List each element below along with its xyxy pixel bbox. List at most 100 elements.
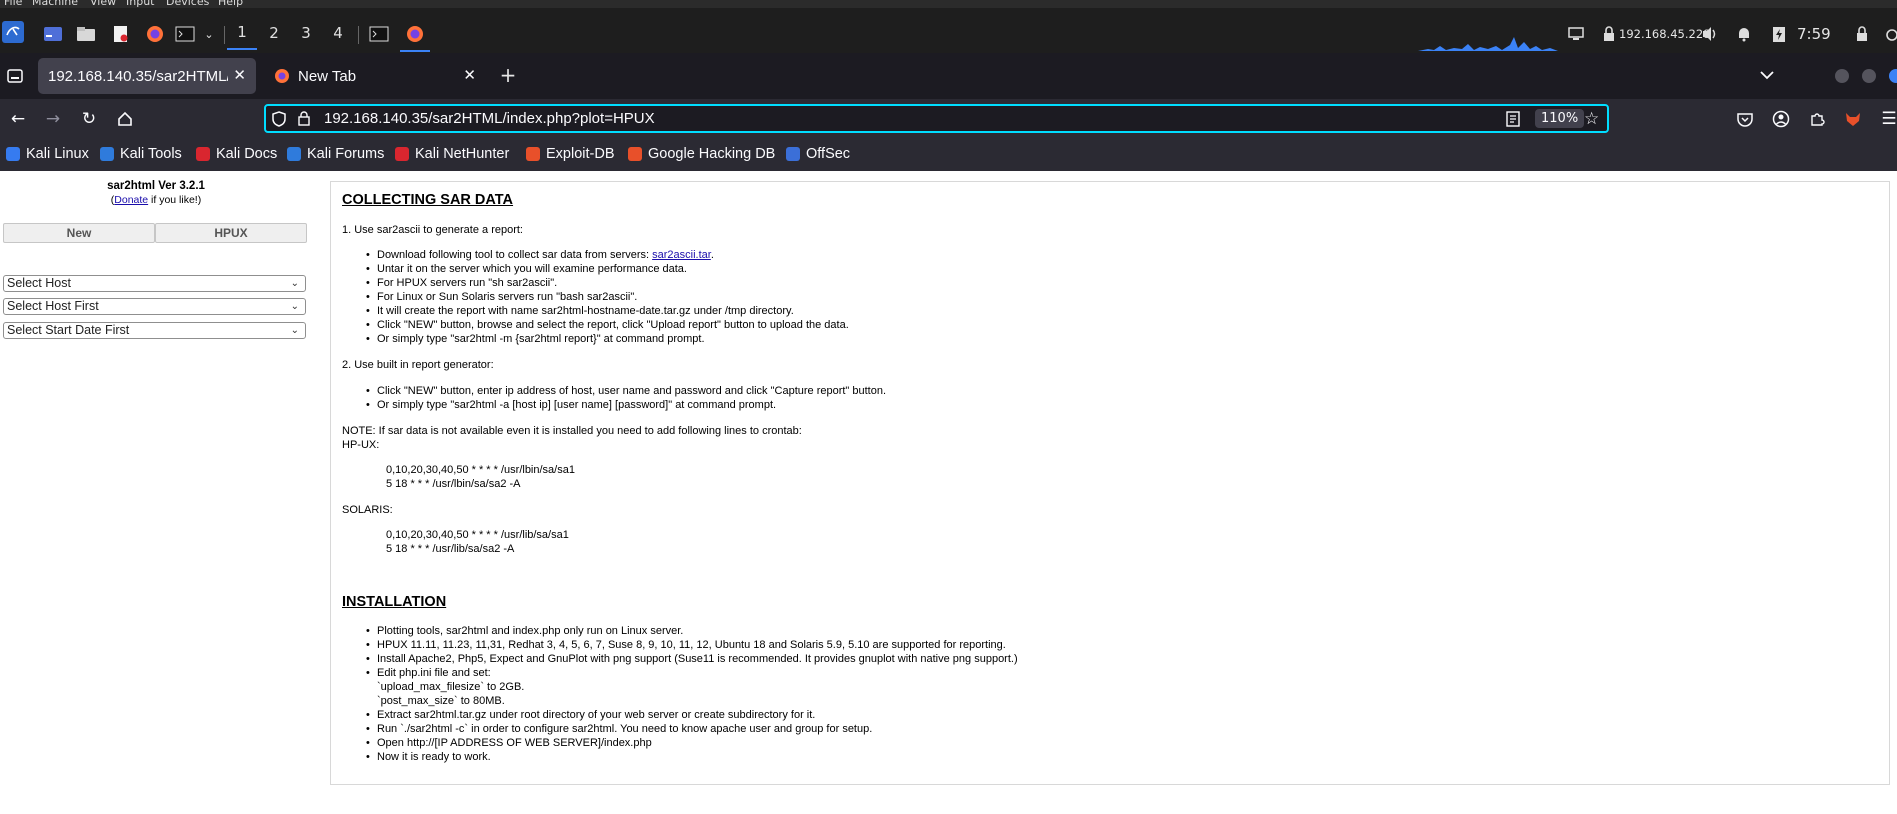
post-max-line: `post_max_size` to 80MB. (377, 695, 505, 707)
bookmark-kali-docs[interactable]: Kali Docs (196, 146, 277, 162)
display-icon[interactable] (1565, 24, 1587, 44)
account-icon[interactable] (1770, 108, 1792, 130)
list-item: Or simply type "sar2html -a [host ip] [u… (366, 399, 776, 411)
list-item: Plotting tools, sar2html and index.php o… (366, 625, 683, 637)
zoom-level-button[interactable]: 110% (1535, 109, 1585, 128)
bookmark-kali-nethunter[interactable]: Kali NetHunter (395, 146, 509, 162)
solaris-label: SOLARIS: (342, 504, 393, 516)
chevron-down-icon: ⌄ (290, 325, 299, 336)
reader-view-icon[interactable] (1506, 111, 1520, 131)
tab-close-icon[interactable]: ✕ (463, 66, 476, 84)
list-item: For Linux or Sun Solaris servers run "ba… (366, 291, 637, 303)
network-lock-icon[interactable] (1598, 24, 1620, 44)
bookmark-kali-tools[interactable]: Kali Tools (100, 146, 182, 162)
hpux-button[interactable]: HPUX (155, 223, 307, 243)
home-icon[interactable] (114, 108, 136, 130)
pocket-icon[interactable] (1734, 108, 1756, 130)
foxyproxy-extension-icon[interactable] (1842, 108, 1864, 130)
list-item: Click "NEW" button, enter ip address of … (366, 385, 886, 397)
firefox-window-icon[interactable] (400, 18, 430, 52)
shield-icon[interactable] (272, 111, 286, 131)
vm-menu-bar: File Machine View Input Devices Help (0, 0, 1897, 8)
volume-icon[interactable] (1699, 24, 1721, 44)
select-host-dropdown[interactable]: Select Host ⌄ (3, 275, 306, 292)
kali-forums-icon (287, 147, 301, 161)
taskbar-separator (358, 26, 359, 44)
text-editor-icon[interactable] (110, 24, 132, 44)
list-all-tabs-chevron-icon[interactable] (1756, 65, 1778, 85)
vm-menu-help[interactable]: Help (218, 0, 243, 8)
workspace-4[interactable]: 4 (323, 16, 353, 50)
taskbar-separator (224, 26, 225, 44)
select-host-first-dropdown[interactable]: Select Host First ⌄ (3, 298, 306, 315)
workspace-2[interactable]: 2 (259, 16, 289, 50)
window-minimize-button[interactable] (1835, 69, 1849, 83)
file-manager-icon[interactable] (75, 24, 97, 44)
workspace-3[interactable]: 3 (291, 16, 321, 50)
list-item: HPUX 11.11, 11.23, 11,31, Redhat 3, 4, 5… (366, 639, 1006, 651)
bookmark-offsec[interactable]: OffSec (786, 146, 850, 162)
vm-menu-devices[interactable]: Devices (166, 0, 209, 8)
taskbar: ⌄ 1 2 3 4 192.168.45.228 7:59 (0, 8, 1897, 53)
terminal-window-icon[interactable] (368, 24, 390, 44)
solaris-cron-line-2: 5 18 * * * /usr/lib/sa/sa2 -A (386, 543, 515, 555)
solaris-cron-line-1: 0,10,20,30,40,50 * * * * /usr/lib/sa/sa1 (386, 529, 569, 541)
chevron-down-icon: ⌄ (290, 278, 299, 289)
bookmark-google-hacking-db[interactable]: Google Hacking DB (628, 146, 775, 162)
kali-linux-icon (6, 147, 20, 161)
list-item: Install Apache2, Php5, Expect and GnuPlo… (366, 653, 1018, 665)
workspace-1[interactable]: 1 (227, 16, 257, 50)
offsec-icon (786, 147, 800, 161)
browser-nav-bar: ← → ↻ 110% ☆ ☰ (0, 99, 1897, 139)
tab-new-tab[interactable]: New Tab ✕ (268, 58, 486, 94)
donate-link[interactable]: Donate (114, 194, 148, 206)
lock-icon[interactable] (298, 111, 310, 130)
tab-close-icon[interactable]: ✕ (233, 66, 246, 84)
bookmark-kali-forums[interactable]: Kali Forums (287, 146, 384, 162)
notification-bell-icon[interactable] (1733, 24, 1755, 44)
vm-menu-input[interactable]: Input (126, 0, 154, 8)
installation-heading: INSTALLATION (342, 594, 447, 610)
ip-address: 192.168.45.228 (1619, 27, 1711, 41)
clock: 7:59 (1797, 25, 1831, 43)
bookmark-star-icon[interactable]: ☆ (1584, 109, 1599, 129)
kali-menu-icon[interactable] (2, 21, 24, 43)
list-item: Extract sar2html.tar.gz under root direc… (366, 709, 815, 721)
terminal-emulator-icon[interactable] (174, 24, 196, 44)
vm-menu-machine[interactable]: Machine (32, 0, 78, 8)
donate-line: (Donate if you like!) (110, 194, 202, 206)
hpux-cron-line-1: 0,10,20,30,40,50 * * * * /usr/lbin/sa/sa… (386, 464, 575, 476)
hamburger-menu-icon[interactable]: ☰ (1878, 108, 1897, 130)
lock-screen-icon[interactable] (1851, 24, 1873, 44)
chevron-down-icon[interactable]: ⌄ (198, 24, 220, 44)
upload-max-line: `upload_max_filesize` to 2GB. (377, 681, 525, 693)
power-icon[interactable] (1881, 24, 1897, 44)
reload-icon[interactable]: ↻ (78, 108, 100, 130)
bookmark-exploit-db[interactable]: Exploit-DB (526, 146, 615, 162)
url-input[interactable] (324, 110, 1424, 127)
sar2ascii-download-link[interactable]: sar2ascii.tar (652, 249, 711, 261)
list-item: Or simply type "sar2html -m {sar2html re… (366, 333, 705, 345)
new-tab-plus-icon[interactable]: + (497, 63, 519, 87)
bookmark-kali-linux[interactable]: Kali Linux (6, 146, 89, 162)
tab-sar2html[interactable]: 192.168.140.35/sar2HTML/in ✕ (38, 58, 256, 94)
firefox-view-icon[interactable] (4, 66, 26, 86)
vm-menu-view[interactable]: View (90, 0, 116, 8)
forward-arrow-icon[interactable]: → (42, 108, 64, 130)
tab-title: New Tab (298, 67, 357, 85)
new-button[interactable]: New (3, 223, 155, 243)
select-start-date-dropdown[interactable]: Select Start Date First ⌄ (3, 322, 306, 339)
step1-text: 1. Use sar2ascii to generate a report: (342, 224, 523, 236)
back-arrow-icon[interactable]: ← (7, 108, 29, 130)
firefox-launcher-icon[interactable] (144, 24, 166, 44)
kali-tools-icon (100, 147, 114, 161)
extensions-puzzle-icon[interactable] (1806, 108, 1828, 130)
window-maximize-button[interactable] (1862, 69, 1876, 83)
url-bar[interactable]: 110% ☆ (264, 104, 1609, 133)
list-item: Click "NEW" button, browse and select th… (366, 319, 849, 331)
list-item: Now it is ready to work. (366, 751, 491, 763)
battery-icon[interactable] (1768, 24, 1790, 44)
window-close-button[interactable] (1889, 69, 1897, 83)
terminal-launcher-icon[interactable] (42, 24, 64, 44)
vm-menu-file[interactable]: File (4, 0, 22, 8)
